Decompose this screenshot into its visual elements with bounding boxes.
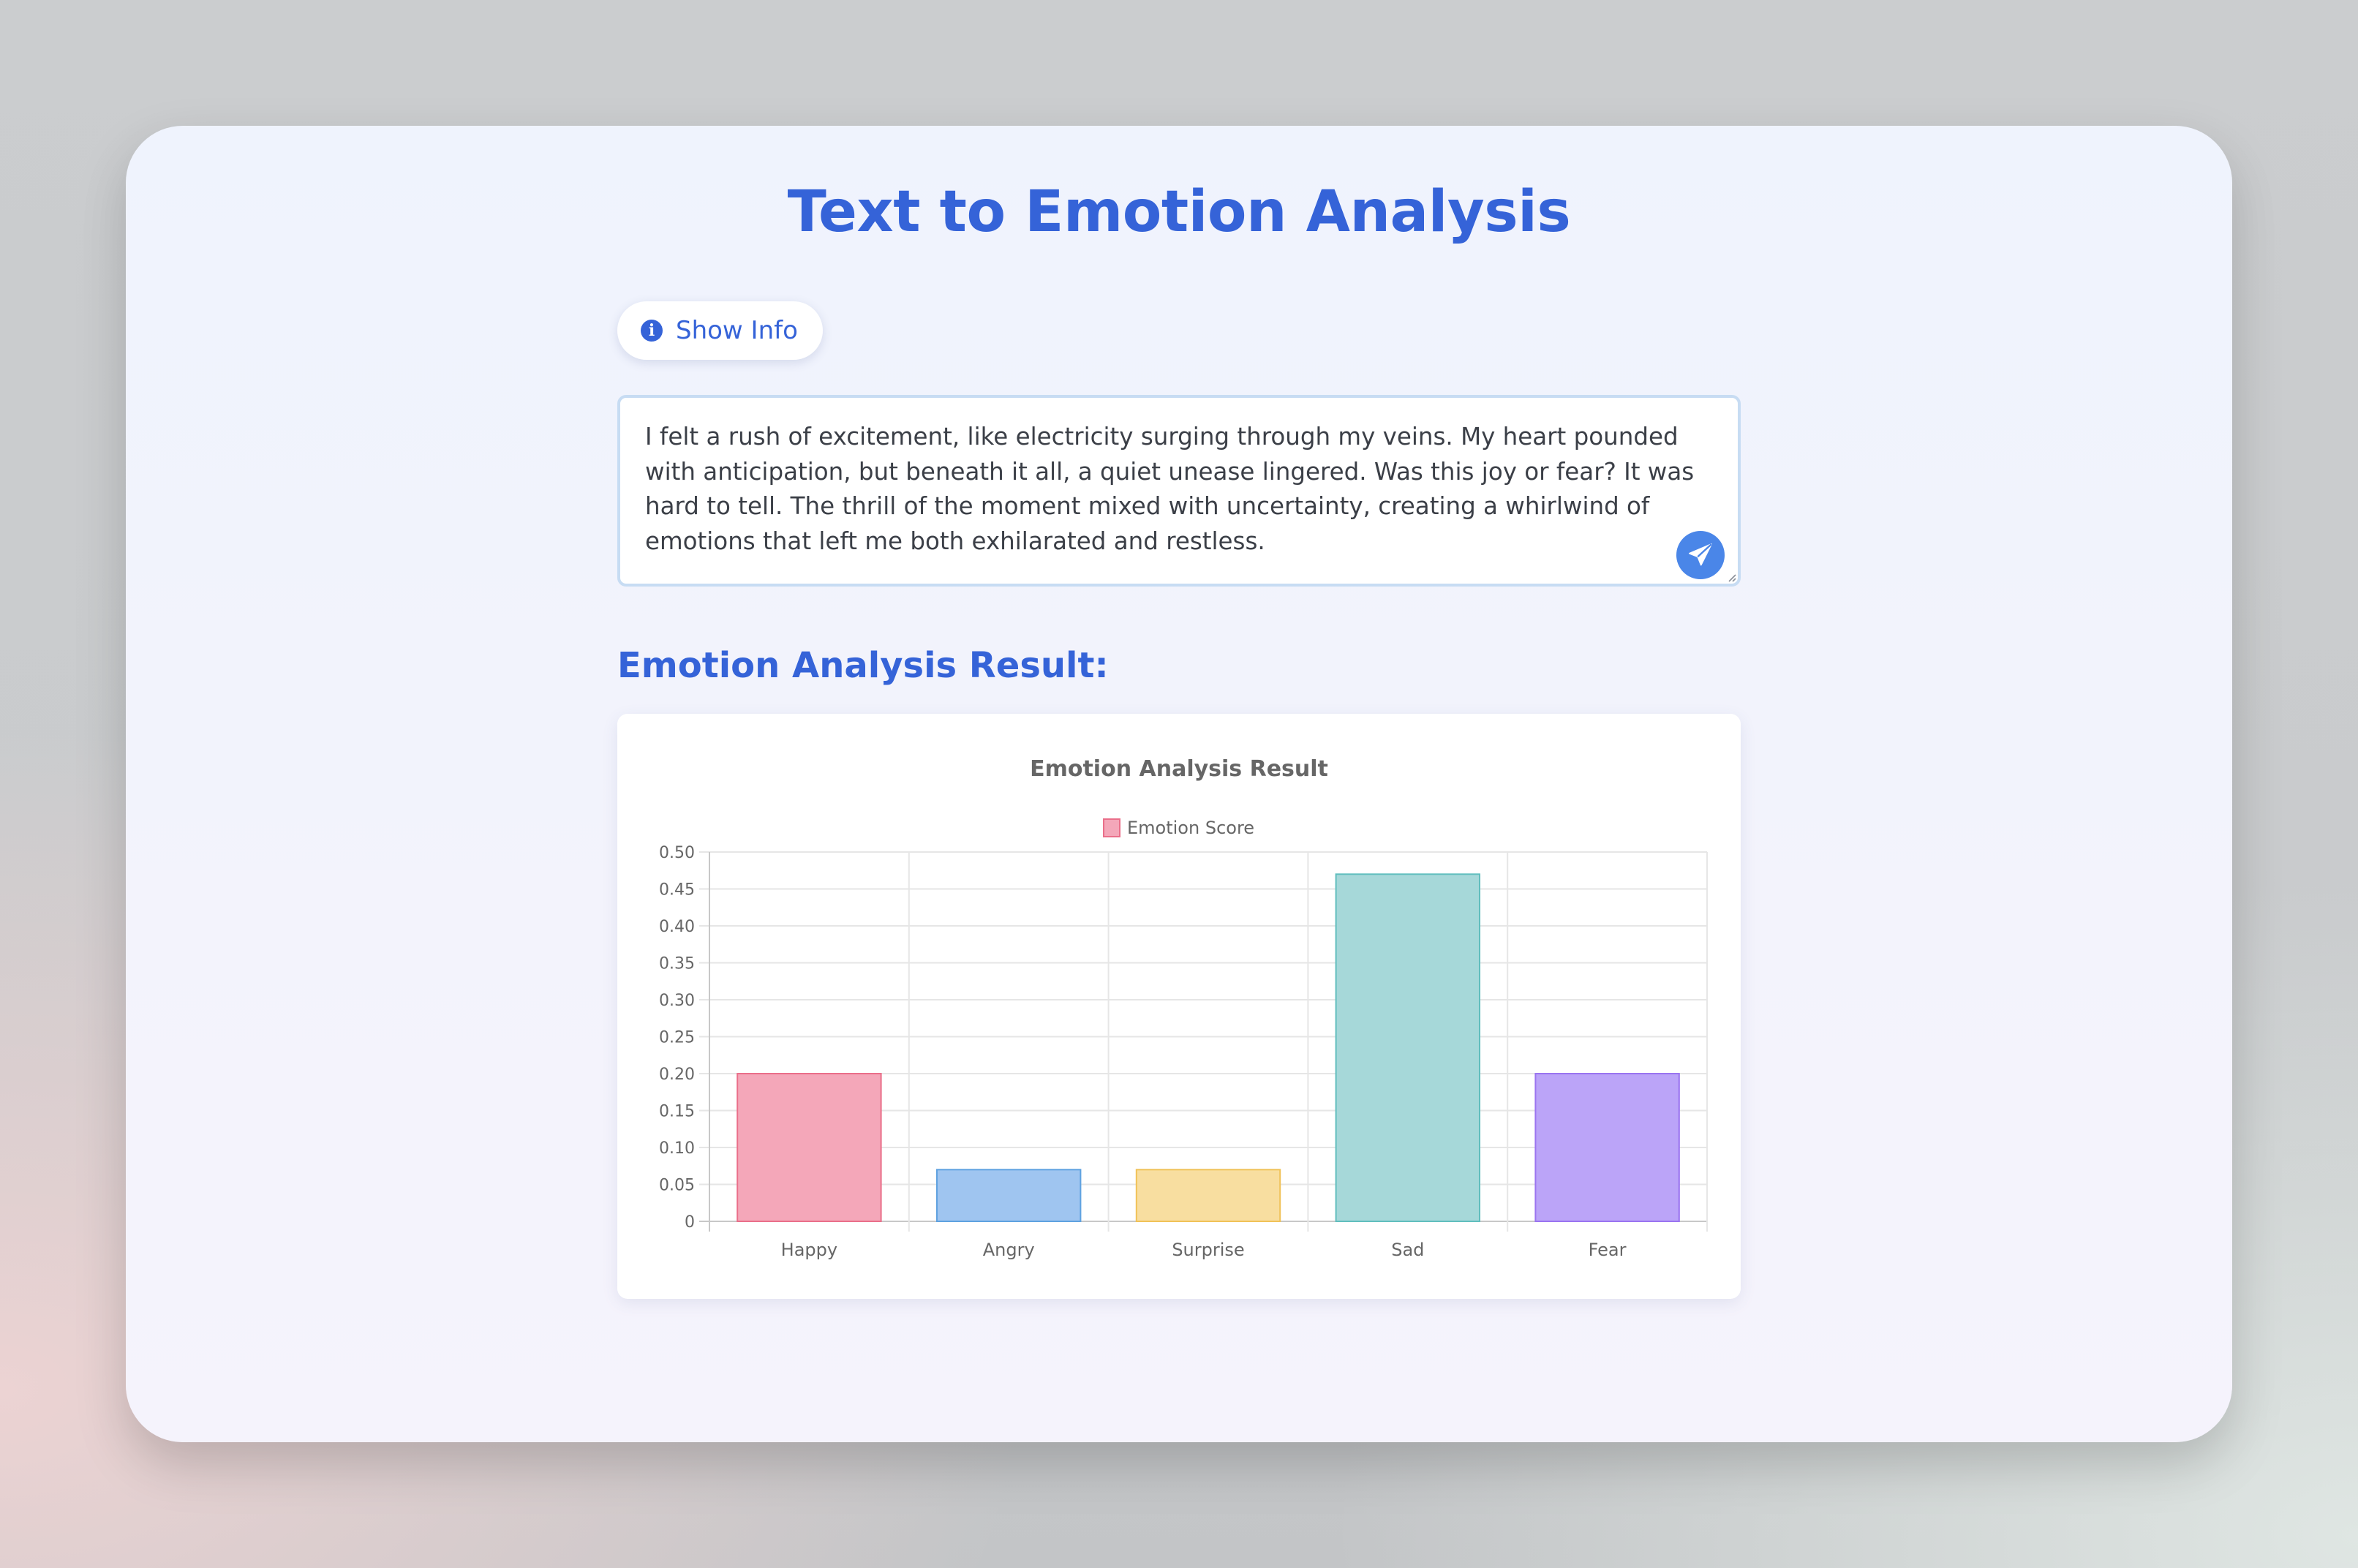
text-input-value[interactable]: I felt a rush of excitement, like electr…	[645, 420, 1698, 559]
chart-legend[interactable]: Emotion Score	[1103, 818, 1254, 838]
bar-sad[interactable]	[1335, 873, 1481, 1223]
y-tick-label: 0.10	[659, 1139, 695, 1158]
y-tick-label: 0.15	[659, 1103, 695, 1121]
bar-angry[interactable]	[935, 1169, 1082, 1222]
x-axis-ticks: Happy Angry Surprise Sad Fear	[781, 1240, 1627, 1260]
x-tick-label: Sad	[1391, 1240, 1424, 1260]
x-tick-label: Happy	[781, 1240, 837, 1260]
info-circle-icon: i	[641, 320, 663, 342]
chart-card: Emotion Analysis Result Emotion Score 00…	[617, 714, 1741, 1299]
show-info-button[interactable]: i Show Info	[617, 301, 823, 360]
bar-fear[interactable]	[1534, 1073, 1680, 1222]
x-tick-label: Fear	[1589, 1240, 1627, 1260]
page-title: Text to Emotion Analysis	[787, 179, 1571, 245]
bar-happy[interactable]	[737, 1073, 882, 1222]
legend-label: Emotion Score	[1127, 818, 1254, 838]
y-tick-label: 0.25	[659, 1029, 695, 1047]
y-axis-ticks: 0 0.05 0.10 0.15 0.20 0.25 0.30 0.35 0.40 0.45 0.5…	[659, 844, 695, 1232]
legend-swatch	[1103, 818, 1120, 837]
text-input-area[interactable]: I felt a rush of excitement, like electr…	[617, 395, 1741, 587]
y-tick-label: 0.30	[659, 992, 695, 1010]
y-tick-label: 0.05	[659, 1177, 695, 1195]
paper-plane-icon	[1689, 543, 1712, 566]
y-tick-label: 0.50	[659, 844, 695, 862]
y-tick-label: 0.35	[659, 955, 695, 973]
y-tick-label: 0.40	[659, 918, 695, 936]
emotion-bar-chart: Emotion Analysis Result Emotion Score 00…	[659, 756, 1708, 1260]
x-tick-label: Angry	[983, 1240, 1035, 1260]
y-tick-label: 0	[685, 1213, 695, 1232]
y-tick-label: 0.20	[659, 1066, 695, 1084]
show-info-label: Show Info	[676, 316, 798, 345]
resize-handle[interactable]	[1726, 572, 1736, 582]
x-tick-label: Surprise	[1172, 1240, 1244, 1260]
chart-title: Emotion Analysis Result	[1030, 756, 1328, 782]
send-button[interactable]	[1676, 531, 1725, 579]
y-tick-label: 0.45	[659, 881, 695, 900]
bar-surprise[interactable]	[1135, 1169, 1281, 1222]
result-heading: Emotion Analysis Result:	[617, 645, 1109, 686]
